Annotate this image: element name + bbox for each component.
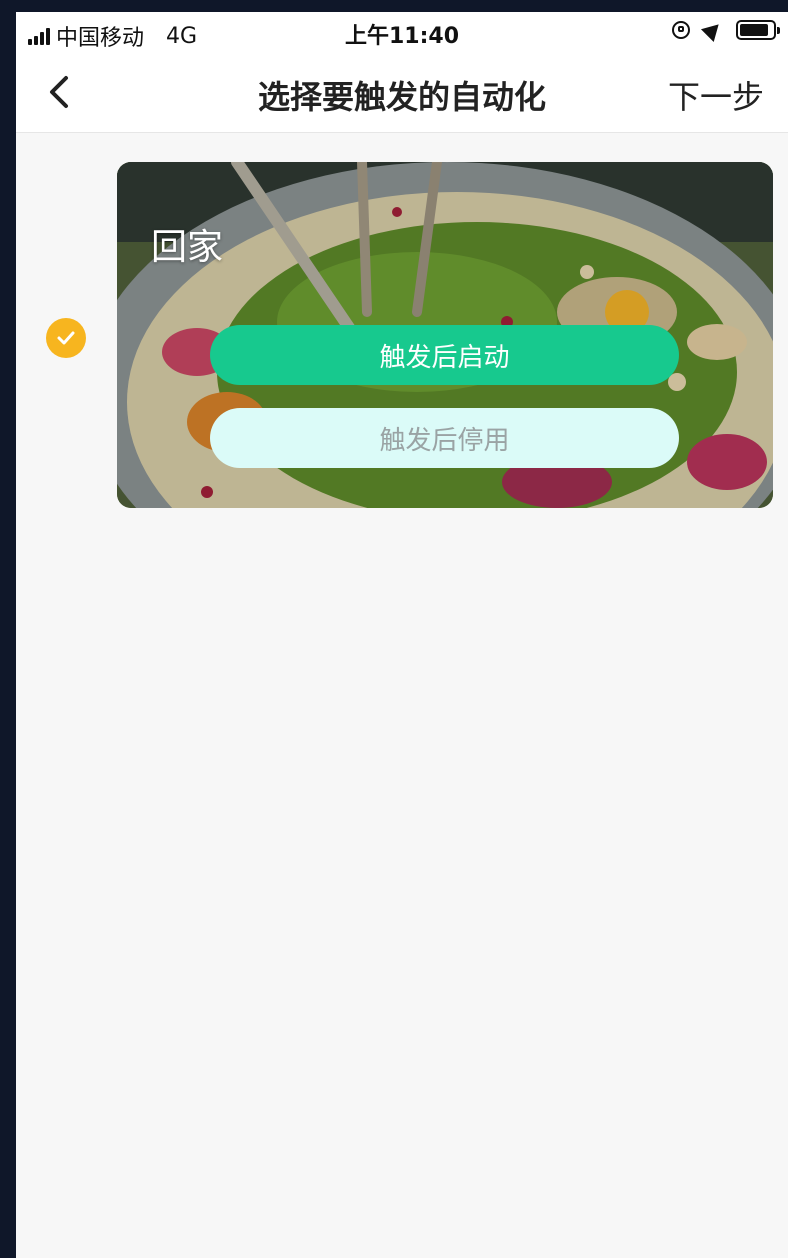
- next-step-button[interactable]: 下一步: [668, 72, 764, 118]
- location-icon: [700, 17, 726, 43]
- disable-after-trigger-button[interactable]: 触发后停用: [210, 408, 679, 468]
- status-right: [672, 17, 780, 43]
- nav-bar: 选择要触发的自动化 下一步: [16, 54, 788, 133]
- battery-icon: [736, 20, 780, 40]
- automation-name: 回家: [151, 227, 224, 268]
- orientation-lock-icon: [672, 21, 690, 39]
- enable-after-trigger-button[interactable]: 触发后启动: [210, 325, 679, 385]
- selected-check-icon[interactable]: [46, 318, 86, 358]
- status-bar: 中国移动 4G 上午11:40: [16, 12, 788, 54]
- phone-screen: 中国移动 4G 上午11:40 选择要触发的自动化 下一步 回家 触发后启动 触…: [16, 12, 788, 1258]
- automation-card[interactable]: 回家 触发后启动 触发后停用: [117, 162, 773, 508]
